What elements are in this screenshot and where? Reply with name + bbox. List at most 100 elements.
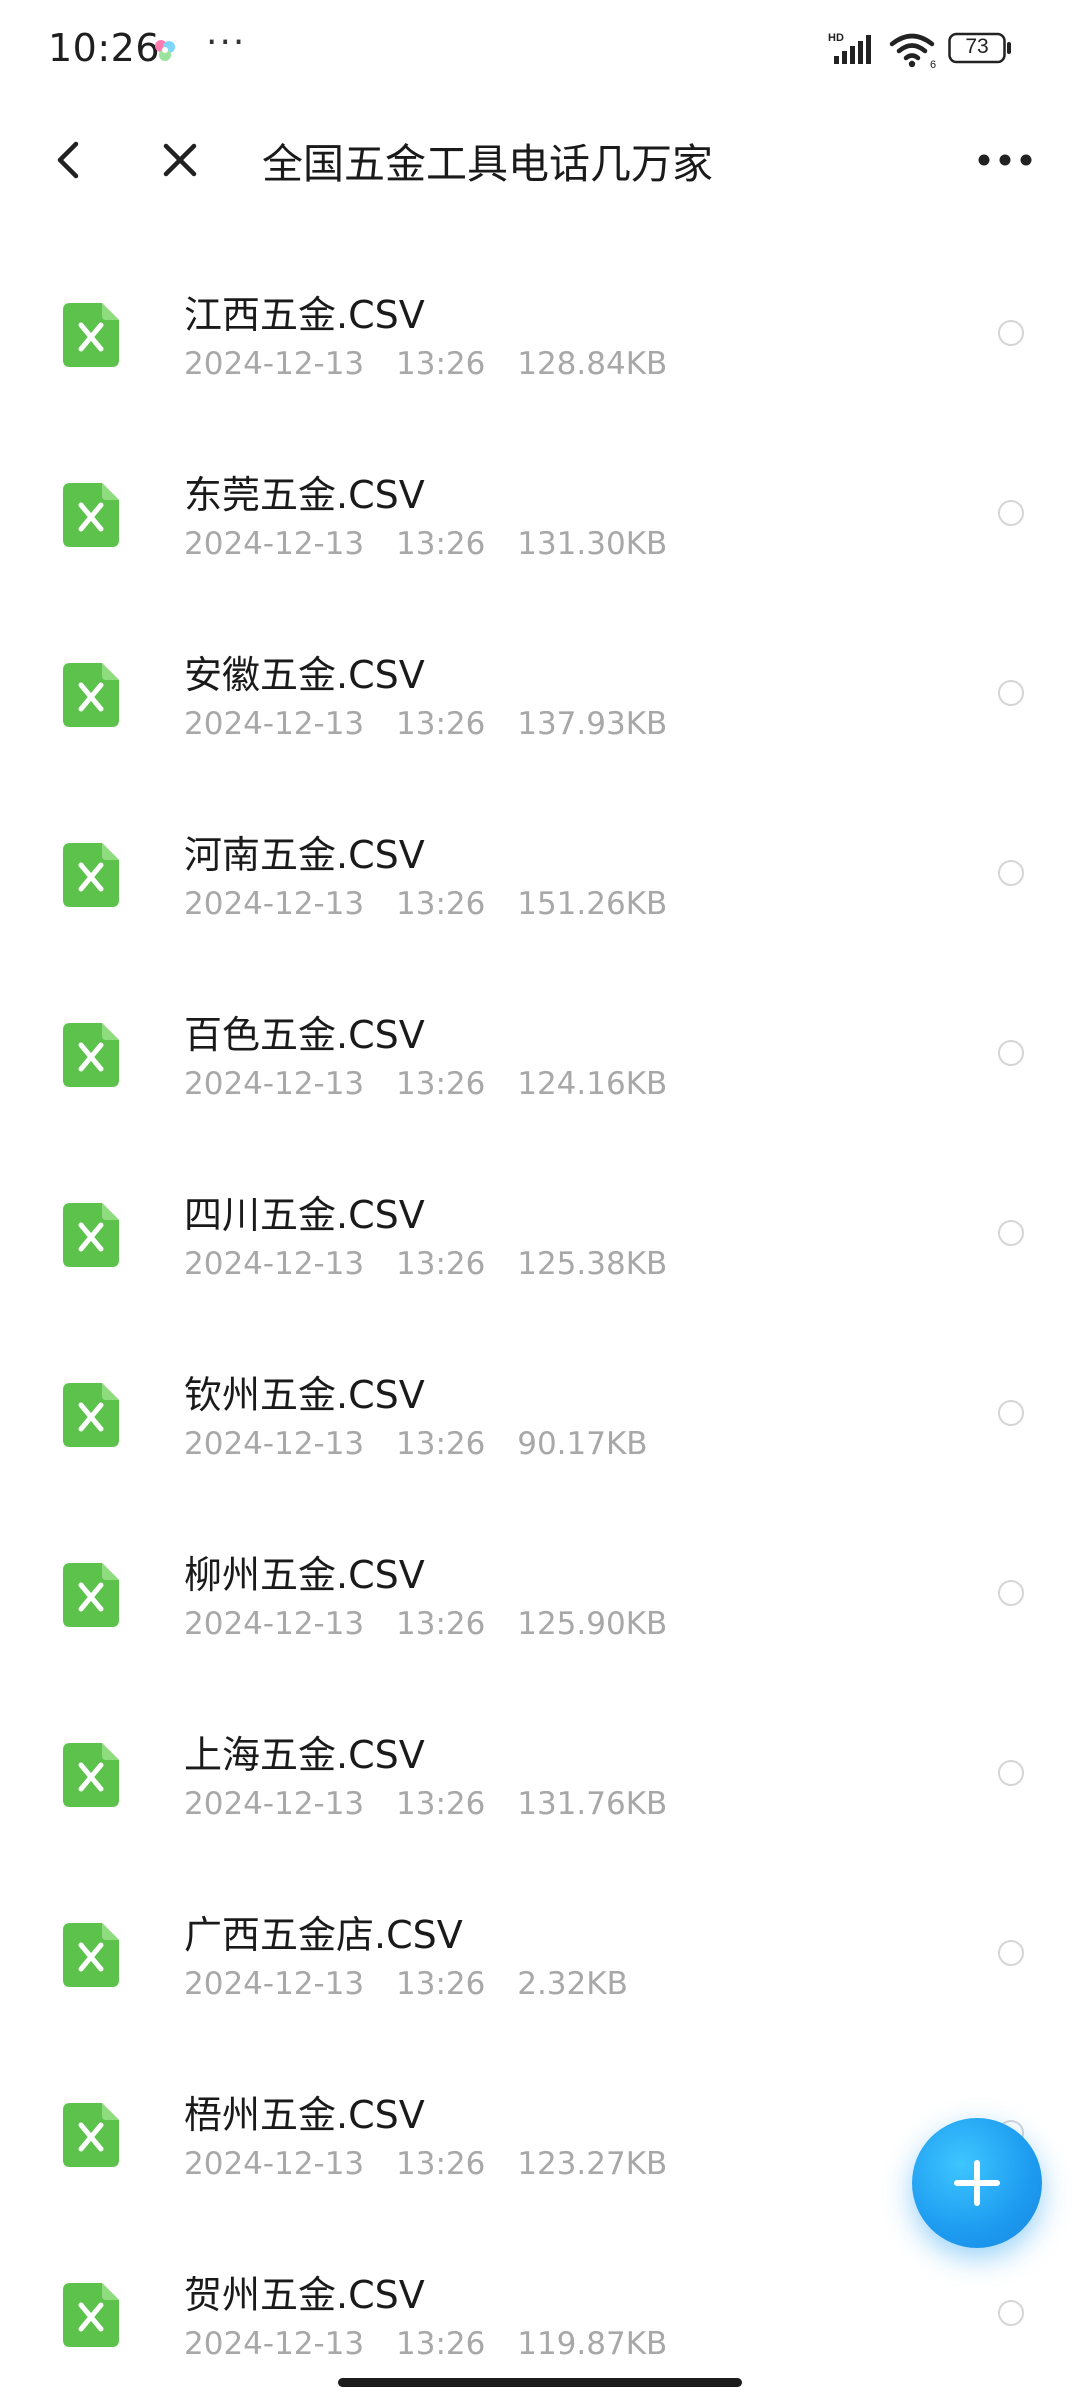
more-dots-icon[interactable] — [970, 132, 1040, 188]
file-date: 2024-12-13 — [184, 1966, 365, 2002]
file-size: 131.30KB — [517, 526, 668, 562]
excel-file-icon — [63, 1563, 119, 1627]
excel-file-icon — [63, 2103, 119, 2167]
file-date: 2024-12-13 — [184, 526, 365, 562]
file-size: 151.26KB — [517, 886, 668, 922]
select-radio[interactable] — [998, 1040, 1024, 1066]
excel-file-icon — [63, 2283, 119, 2347]
wifi-icon: 6 — [889, 33, 936, 70]
file-list-item[interactable]: 河南五金.CSV 2024-12-13 13:26 151.26KB — [0, 780, 1080, 960]
excel-file-icon — [63, 1383, 119, 1447]
file-meta: 2024-12-13 13:26 137.93KB — [184, 706, 667, 742]
file-size: 123.27KB — [517, 2146, 668, 2182]
file-date: 2024-12-13 — [184, 1426, 365, 1462]
file-time: 13:26 — [396, 706, 486, 742]
excel-file-icon — [63, 843, 119, 907]
file-time: 13:26 — [396, 2146, 486, 2182]
excel-file-icon — [63, 303, 119, 367]
file-meta: 2024-12-13 13:26 131.76KB — [184, 1786, 667, 1822]
select-radio[interactable] — [998, 2300, 1024, 2326]
file-meta: 2024-12-13 13:26 131.30KB — [184, 526, 667, 562]
file-name: 百色五金.CSV — [184, 1013, 425, 1057]
select-radio[interactable] — [998, 1220, 1024, 1246]
select-radio[interactable] — [998, 1940, 1024, 1966]
file-time: 13:26 — [396, 1246, 486, 1282]
file-date: 2024-12-13 — [184, 886, 365, 922]
file-meta: 2024-12-13 13:26 128.84KB — [184, 346, 667, 382]
file-meta: 2024-12-13 13:26 2.32KB — [184, 1966, 628, 2002]
add-file-fab-button[interactable] — [912, 2118, 1042, 2248]
page-title: 全国五金工具电话几万家 — [262, 140, 713, 188]
select-radio[interactable] — [998, 1760, 1024, 1786]
excel-file-icon — [63, 1743, 119, 1807]
file-name: 江西五金.CSV — [184, 293, 425, 337]
file-name: 柳州五金.CSV — [184, 1553, 425, 1597]
file-name: 钦州五金.CSV — [184, 1373, 425, 1417]
select-radio[interactable] — [998, 500, 1024, 526]
home-indicator[interactable] — [338, 2378, 742, 2387]
file-meta: 2024-12-13 13:26 124.16KB — [184, 1066, 667, 1102]
file-size: 2.32KB — [517, 1966, 628, 2002]
file-meta: 2024-12-13 13:26 125.90KB — [184, 1606, 667, 1642]
file-meta: 2024-12-13 13:26 119.87KB — [184, 2326, 667, 2362]
file-list-item[interactable]: 钦州五金.CSV 2024-12-13 13:26 90.17KB — [0, 1320, 1080, 1500]
file-date: 2024-12-13 — [184, 1246, 365, 1282]
select-radio[interactable] — [998, 1580, 1024, 1606]
file-size: 137.93KB — [517, 706, 668, 742]
file-size: 131.76KB — [517, 1786, 668, 1822]
signal-icon: HD — [828, 32, 871, 64]
file-size: 128.84KB — [517, 346, 668, 382]
file-meta: 2024-12-13 13:26 123.27KB — [184, 2146, 667, 2182]
file-size: 119.87KB — [517, 2326, 668, 2362]
close-icon[interactable] — [150, 130, 210, 190]
file-name: 东莞五金.CSV — [184, 473, 425, 517]
file-meta: 2024-12-13 13:26 125.38KB — [184, 1246, 667, 1282]
status-time: 10:26 — [48, 26, 161, 70]
file-date: 2024-12-13 — [184, 2326, 365, 2362]
file-list-item[interactable]: 广西五金店.CSV 2024-12-13 13:26 2.32KB — [0, 1860, 1080, 2040]
file-date: 2024-12-13 — [184, 1606, 365, 1642]
file-size: 124.16KB — [517, 1066, 668, 1102]
file-name: 安徽五金.CSV — [184, 653, 425, 697]
file-list-item[interactable]: 贺州五金.CSV 2024-12-13 13:26 119.87KB — [0, 2220, 1080, 2400]
select-radio[interactable] — [998, 680, 1024, 706]
excel-file-icon — [63, 663, 119, 727]
excel-file-icon — [63, 1203, 119, 1267]
back-arrow-icon[interactable] — [40, 130, 100, 190]
file-meta: 2024-12-13 13:26 90.17KB — [184, 1426, 648, 1462]
file-list-item[interactable]: 东莞五金.CSV 2024-12-13 13:26 131.30KB — [0, 420, 1080, 600]
file-time: 13:26 — [396, 1786, 486, 1822]
file-meta: 2024-12-13 13:26 151.26KB — [184, 886, 667, 922]
file-date: 2024-12-13 — [184, 1066, 365, 1102]
file-time: 13:26 — [396, 886, 486, 922]
app-header: 全国五金工具电话几万家 — [0, 100, 1080, 220]
file-list-item[interactable]: 柳州五金.CSV 2024-12-13 13:26 125.90KB — [0, 1500, 1080, 1680]
file-date: 2024-12-13 — [184, 346, 365, 382]
network-type-label: HD — [828, 32, 844, 44]
file-list-item[interactable]: 四川五金.CSV 2024-12-13 13:26 125.38KB — [0, 1140, 1080, 1320]
file-list: 江西五金.CSV 2024-12-13 13:26 128.84KB 东莞五金.… — [0, 240, 1080, 2400]
file-list-item[interactable]: 安徽五金.CSV 2024-12-13 13:26 137.93KB — [0, 600, 1080, 780]
select-radio[interactable] — [998, 860, 1024, 886]
file-list-item[interactable]: 上海五金.CSV 2024-12-13 13:26 131.76KB — [0, 1680, 1080, 1860]
file-name: 广西五金店.CSV — [184, 1913, 463, 1957]
file-name: 贺州五金.CSV — [184, 2273, 425, 2317]
status-bar: 10:26 ··· HD 6 73 — [0, 0, 1080, 100]
app-notification-icon — [155, 40, 175, 61]
excel-file-icon — [63, 1023, 119, 1087]
excel-file-icon — [63, 483, 119, 547]
file-name: 河南五金.CSV — [184, 833, 425, 877]
file-size: 125.90KB — [517, 1606, 668, 1642]
file-list-item[interactable]: 百色五金.CSV 2024-12-13 13:26 124.16KB — [0, 960, 1080, 1140]
file-time: 13:26 — [396, 526, 486, 562]
file-name: 四川五金.CSV — [184, 1193, 425, 1237]
file-list-item[interactable]: 江西五金.CSV 2024-12-13 13:26 128.84KB — [0, 240, 1080, 420]
file-name: 梧州五金.CSV — [184, 2093, 425, 2137]
excel-file-icon — [63, 1923, 119, 1987]
plus-icon — [954, 2160, 1000, 2206]
file-size: 90.17KB — [517, 1426, 648, 1462]
select-radio[interactable] — [998, 1400, 1024, 1426]
file-time: 13:26 — [396, 1966, 486, 2002]
battery-level: 73 — [965, 35, 989, 58]
select-radio[interactable] — [998, 320, 1024, 346]
